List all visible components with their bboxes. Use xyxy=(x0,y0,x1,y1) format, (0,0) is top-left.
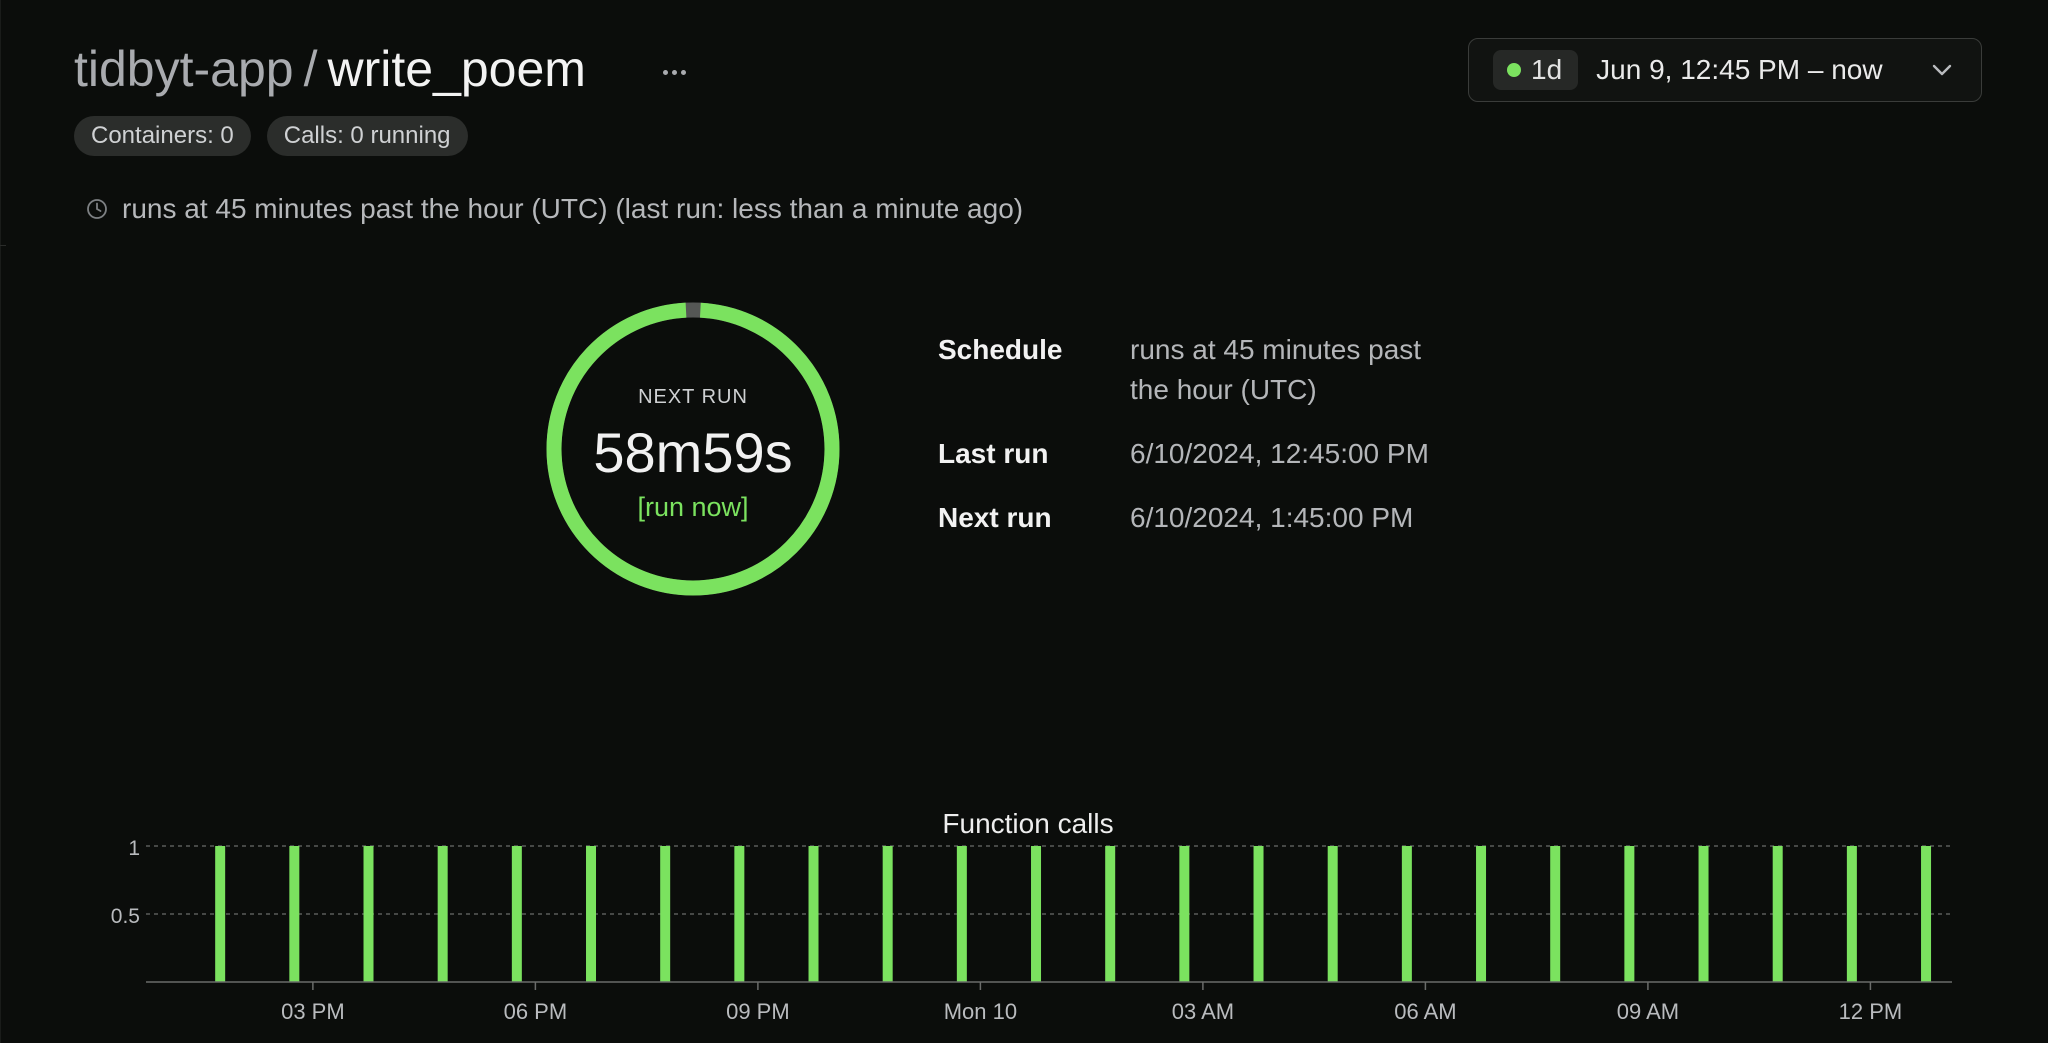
chart-bar xyxy=(1624,846,1635,982)
chart-bar xyxy=(289,846,300,982)
chart-bar xyxy=(511,846,522,982)
chart-bar xyxy=(1105,846,1116,982)
x-tick-label: 06 PM xyxy=(504,999,568,1024)
x-tick-label: Mon 10 xyxy=(944,999,1017,1024)
chart-bar xyxy=(1772,846,1783,982)
x-tick-label: 06 AM xyxy=(1394,999,1456,1024)
chart-bar xyxy=(363,846,374,982)
x-tick-label: 03 AM xyxy=(1172,999,1234,1024)
chart-bar xyxy=(1476,846,1487,982)
chart-bar xyxy=(1327,846,1338,982)
chart-bar xyxy=(1253,846,1264,982)
x-tick-label: 03 PM xyxy=(281,999,345,1024)
x-tick-label: 09 AM xyxy=(1617,999,1679,1024)
y-tick-label: 0.5 xyxy=(111,905,140,928)
chart-bar xyxy=(437,846,448,982)
chart-bar xyxy=(734,846,745,982)
chart-bar xyxy=(1031,846,1042,982)
chart-bar xyxy=(1550,846,1561,982)
chart-bar xyxy=(882,846,893,982)
y-tick-label: 1 xyxy=(128,837,140,860)
chart-bar xyxy=(1846,846,1857,982)
chart-bar xyxy=(1179,846,1190,982)
chart-bar xyxy=(808,846,819,982)
chart-bar xyxy=(956,846,967,982)
chart-bar xyxy=(1698,846,1709,982)
chart-bar xyxy=(1921,846,1932,982)
chart-bar xyxy=(215,846,226,982)
x-tick-label: 12 PM xyxy=(1839,999,1903,1024)
chart-bar xyxy=(660,846,671,982)
chart-bar xyxy=(1401,846,1412,982)
x-tick-label: 09 PM xyxy=(726,999,790,1024)
chart-bar xyxy=(586,846,597,982)
function-calls-chart: 0.5 1 03 PM 06 PM 09 PM Mon 10 03 AM 06 AM 09 AM… xyxy=(111,837,1952,1024)
